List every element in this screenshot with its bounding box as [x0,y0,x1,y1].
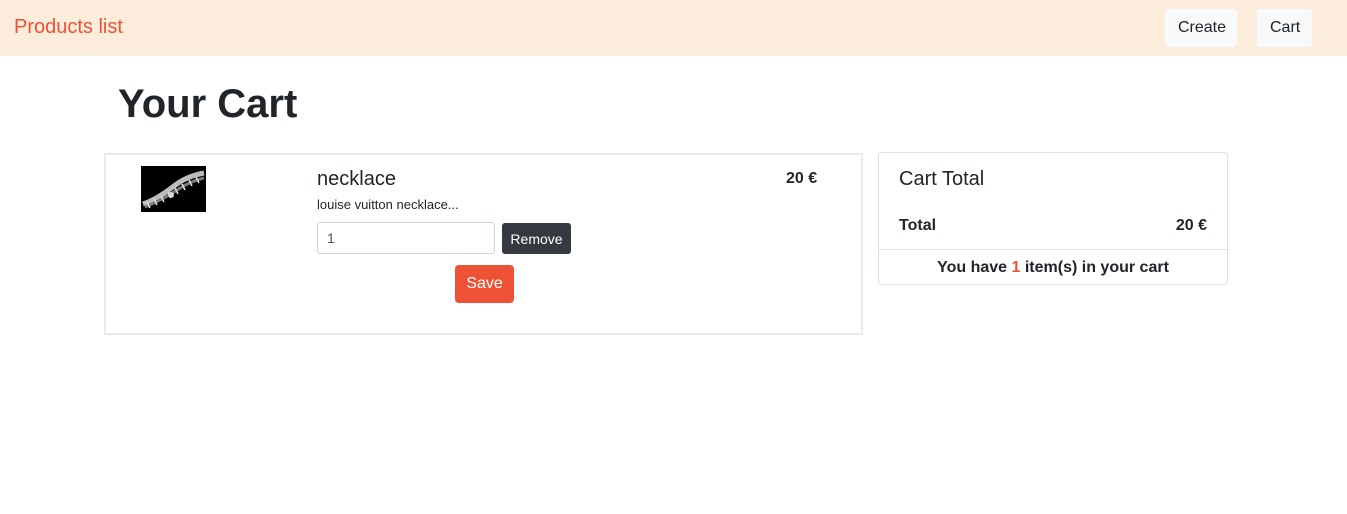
save-button[interactable]: Save [455,265,514,303]
top-navbar: Products list Create Cart [0,0,1347,56]
create-button[interactable]: Create [1165,9,1237,47]
product-price: 20 € [786,170,818,187]
total-value: 20 € [1175,217,1207,234]
cart-total-card: Cart Total Total 20 € You have 1 item(s)… [878,152,1228,285]
quantity-input[interactable] [317,222,495,254]
cart-total-title: Cart Total [899,168,985,190]
cart-item-count-text: You have 1 item(s) in your cart [879,259,1227,277]
remove-button[interactable]: Remove [502,223,571,254]
cart-button[interactable]: Cart [1257,9,1312,47]
item-count: 1 [1011,259,1021,276]
footer-suffix: item(s) in your cart [1024,259,1169,276]
total-label: Total [899,217,937,234]
footer-prefix: You have [937,259,1008,276]
product-name: necklace [317,168,396,190]
brand-link[interactable]: Products list [14,16,123,39]
page-title: Your Cart [118,82,298,126]
divider [879,249,1227,250]
product-thumbnail-image [141,166,206,212]
cart-item-card: necklace louise vuitton necklace... 20 €… [104,153,863,335]
product-description: louise vuitton necklace... [317,197,459,212]
